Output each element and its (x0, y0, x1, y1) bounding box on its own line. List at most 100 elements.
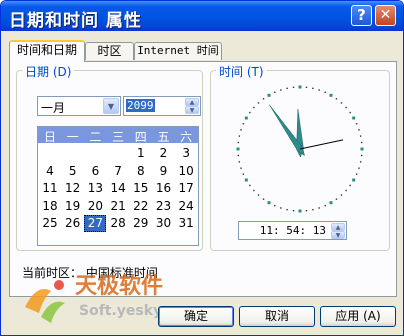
calendar-day[interactable]: 25 (39, 215, 61, 232)
calendar-day[interactable]: 13 (84, 180, 106, 197)
clock-hour-mark (267, 93, 271, 97)
cancel-button[interactable]: 取消 (239, 306, 315, 327)
calendar-day[interactable]: 9 (153, 163, 175, 180)
clock-minute-mark (358, 167, 360, 169)
time-spinner[interactable]: 11: 54: 13 ▲ ▼ (238, 221, 347, 240)
clock-hour-mark (244, 178, 248, 182)
calendar-day[interactable]: 19 (62, 198, 84, 215)
clock-minute-mark (340, 102, 343, 104)
ok-button[interactable]: 确定 (158, 306, 234, 327)
chevron-down-icon[interactable]: ▼ (103, 98, 119, 114)
calendar-day[interactable]: 20 (84, 198, 106, 215)
weekday-header: 三 (112, 130, 125, 144)
clock-minute-mark (355, 123, 358, 125)
clock-minute-mark (318, 89, 320, 91)
weekday-header: 五 (157, 130, 170, 144)
calendar-day[interactable]: 26 (62, 215, 84, 232)
calendar-day[interactable]: 8 (130, 163, 152, 180)
clock-hour-mark (329, 93, 333, 97)
calendar-day[interactable]: 14 (107, 180, 129, 197)
clock-minute-mark (324, 91, 326, 94)
spin-down-icon[interactable]: ▼ (185, 106, 199, 114)
clock-minute-mark (242, 173, 245, 175)
time-value[interactable]: 11: 54: 13 (260, 224, 326, 237)
close-button[interactable]: ✕ (375, 5, 396, 26)
calendar-day[interactable]: 2 (153, 145, 175, 162)
spin-up-icon[interactable]: ▲ (185, 98, 199, 106)
watermark-brand: 天极软件 (75, 273, 163, 299)
calendar-day[interactable]: 11 (39, 180, 61, 197)
calendar-day[interactable]: 7 (107, 163, 129, 180)
calendar-day[interactable]: 6 (84, 163, 106, 180)
clock-hour-mark (267, 201, 271, 205)
clock-minute-mark (360, 154, 363, 157)
apply-button[interactable]: 应用 (A) (320, 306, 396, 327)
month-dropdown[interactable]: 一月 ▼ (37, 96, 121, 116)
clock-minute-mark (237, 154, 240, 157)
clock-minute-mark (257, 194, 260, 196)
calendar-day[interactable]: 24 (175, 198, 197, 215)
calendar-day[interactable]: 31 (175, 215, 197, 232)
clock-minute-mark (240, 129, 242, 131)
calendar-day[interactable]: 4 (39, 163, 61, 180)
weekday-header: 二 (89, 130, 102, 144)
calendar-day[interactable]: 5 (62, 163, 84, 180)
clock-minute-mark (312, 208, 314, 211)
clock-minute-mark (249, 184, 251, 187)
clock-minute-mark (324, 204, 326, 207)
clock-minute-mark (274, 204, 276, 207)
tab-timezone[interactable]: 时区 (85, 42, 134, 60)
clock-minute-mark (340, 194, 343, 196)
clock-minute-mark (253, 189, 255, 192)
calendar-day[interactable]: 18 (39, 198, 61, 215)
calendar-day[interactable]: 1 (130, 145, 152, 162)
calendar-day[interactable]: 16 (153, 180, 175, 197)
clock-minute-mark (335, 198, 338, 200)
calendar-day[interactable]: 17 (175, 180, 197, 197)
clock-minute-mark (305, 209, 308, 212)
spin-down-icon[interactable]: ▼ (331, 231, 345, 239)
clock-minute-mark (358, 129, 360, 131)
calendar-grid[interactable]: 日一二三四五六 1 2 3 4 5 6 7 8 9 10 11 12 13 14 15 16 17 18 19 20 2… (37, 126, 199, 246)
weekday-header: 一 (66, 130, 79, 144)
calendar-day[interactable]: 10 (175, 163, 197, 180)
clock-hour-mark (298, 209, 302, 213)
clock-minute-mark (238, 135, 241, 137)
calendar-day[interactable]: 3 (175, 145, 197, 162)
tab-time-date[interactable]: 时间和日期 (9, 40, 85, 62)
calendar-day[interactable]: 23 (153, 198, 175, 215)
tab-panel: 日期 (D) 一月 ▼ 2099 ▲ ▼ 日一二三四五六 1 2 3 4 5 6 7 8 9 10… (9, 61, 397, 297)
clock-hour-mark (352, 178, 356, 182)
calendar-day[interactable]: 15 (130, 180, 152, 197)
clock-minute-mark (262, 198, 265, 200)
clock-minute-mark (286, 87, 288, 90)
clock-minute-mark (345, 189, 347, 192)
clock-minute-mark (249, 111, 251, 114)
calendar-day[interactable]: 29 (130, 215, 152, 232)
calendar-day[interactable]: 30 (153, 215, 175, 232)
tab-internet-time[interactable]: Internet 时间 (134, 42, 222, 60)
calendar-day[interactable]: 28 (107, 215, 129, 232)
clock-minute-mark (292, 209, 295, 212)
dialog-window: 日期和时间 属性 ? ✕ 时间和日期 时区 Internet 时间 日期 (D)… (0, 0, 404, 336)
calendar-day[interactable]: 21 (107, 198, 129, 215)
title-bar[interactable]: 日期和时间 属性 ? ✕ (1, 1, 403, 31)
clock-minute-mark (345, 106, 347, 109)
window-title: 日期和时间 属性 (9, 11, 142, 31)
calendar-day[interactable]: 12 (62, 180, 84, 197)
calendar-day[interactable]: 27 (84, 215, 107, 232)
year-spinner[interactable]: 2099 ▲ ▼ (123, 96, 201, 116)
year-value[interactable]: 2099 (126, 99, 155, 112)
help-button[interactable]: ? (351, 5, 372, 26)
calendar-day[interactable]: 22 (130, 198, 152, 215)
weekday-header: 六 (180, 130, 193, 144)
time-group: 时间 (T) 11: 54: 13 ▲ ▼ (210, 63, 390, 251)
clock-minute-mark (305, 86, 308, 89)
clock-minute-mark (335, 98, 338, 100)
clock-minute-mark (355, 173, 358, 175)
time-group-label: 时间 (T) (216, 63, 267, 80)
weekday-header: 日 (43, 130, 56, 144)
date-group-label: 日期 (D) (22, 63, 75, 80)
clock-minute-mark (349, 184, 351, 187)
spin-up-icon[interactable]: ▲ (331, 223, 345, 231)
